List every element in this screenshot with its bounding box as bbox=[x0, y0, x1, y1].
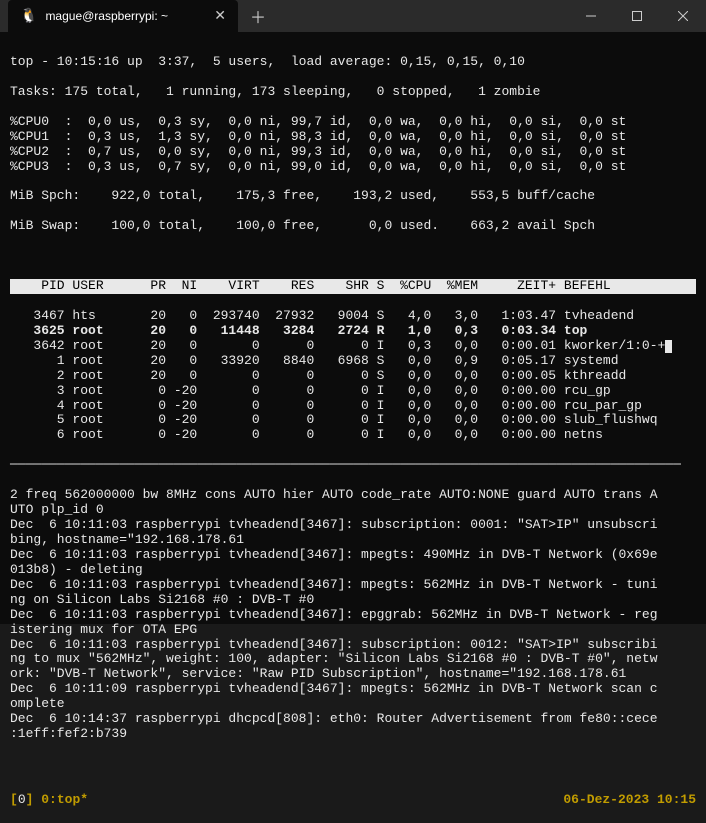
status-window-name: 0:top* bbox=[41, 792, 88, 807]
tab-title: mague@raspberrypi: ~ bbox=[45, 9, 206, 23]
log-line: 013b8) - deleting bbox=[10, 563, 696, 578]
top-cpu-line: %CPU1 : 0,3 us, 1,3 sy, 0,0 ni, 98,3 id,… bbox=[10, 130, 696, 145]
process-row: 6 root 0 -20 0 0 0 I 0,0 0,0 0:00.00 net… bbox=[10, 428, 696, 443]
status-left-bracket: [ bbox=[10, 792, 18, 807]
log-line: Dec 6 10:11:03 raspberrypi tvheadend[346… bbox=[10, 548, 696, 563]
log-line: Dec 6 10:11:03 raspberrypi tvheadend[346… bbox=[10, 638, 696, 653]
pane-separator: ────────────────────────────────────────… bbox=[10, 458, 696, 473]
blank-line bbox=[10, 757, 696, 772]
top-cpu-line: %CPU2 : 0,7 us, 0,0 sy, 0,0 ni, 99,3 id,… bbox=[10, 145, 696, 160]
tab-close-icon[interactable]: ✕ bbox=[214, 8, 226, 25]
tmux-status-bar: [0] 0:top* 06-Dez-2023 10:15 bbox=[10, 793, 696, 808]
process-row: 3 root 0 -20 0 0 0 I 0,0 0,0 0:00.00 rcu… bbox=[10, 384, 696, 399]
log-line: UTO plp_id 0 bbox=[10, 503, 696, 518]
process-row: 1 root 20 0 33920 8840 6968 S 0,0 0,9 0:… bbox=[10, 354, 696, 369]
terminal-view[interactable]: top - 10:15:16 up 3:37, 5 users, load av… bbox=[0, 32, 706, 624]
process-header: PID USER PR NI VIRT RES SHR S %CPU %MEM … bbox=[10, 279, 696, 294]
tab-active[interactable]: 🐧 mague@raspberrypi: ~ ✕ bbox=[8, 0, 238, 32]
log-line: Dec 6 10:11:03 raspberrypi tvheadend[346… bbox=[10, 518, 696, 533]
titlebar: 🐧 mague@raspberrypi: ~ ✕ ＋ bbox=[0, 0, 706, 32]
minimize-button[interactable] bbox=[568, 0, 614, 32]
process-row: 2 root 20 0 0 0 0 S 0,0 0,0 0:00.05 kthr… bbox=[10, 369, 696, 384]
log-line: Dec 6 10:11:03 raspberrypi tvheadend[346… bbox=[10, 578, 696, 593]
status-session-num: 0 bbox=[18, 792, 26, 807]
log-line: omplete bbox=[10, 697, 696, 712]
process-row: 3625 root 20 0 11448 3284 2724 R 1,0 0,3… bbox=[10, 324, 696, 339]
log-line: Dec 6 10:11:09 raspberrypi tvheadend[346… bbox=[10, 682, 696, 697]
log-line: :1eff:fef2:b739 bbox=[10, 727, 696, 742]
log-line: ng on Silicon Labs Si2168 #0 : DVB-T #0 bbox=[10, 593, 696, 608]
process-row: 4 root 0 -20 0 0 0 I 0,0 0,0 0:00.00 rcu… bbox=[10, 399, 696, 414]
log-line: ork: "DVB-T Network", service: "Raw PID … bbox=[10, 667, 696, 682]
top-swap-line: MiB Swap: 100,0 total, 100,0 free, 0,0 u… bbox=[10, 219, 696, 234]
log-line: Dec 6 10:11:03 raspberrypi tvheadend[346… bbox=[10, 608, 696, 623]
top-summary-tasks: Tasks: 175 total, 1 running, 173 sleepin… bbox=[10, 85, 696, 100]
log-line: Dec 6 10:14:37 raspberrypi dhcpcd[808]: … bbox=[10, 712, 696, 727]
maximize-button[interactable] bbox=[614, 0, 660, 32]
status-datetime: 06-Dez-2023 10:15 bbox=[563, 793, 696, 808]
cursor bbox=[665, 340, 672, 353]
top-cpu-line: %CPU3 : 0,3 us, 0,7 sy, 0,0 ni, 99,0 id,… bbox=[10, 160, 696, 175]
process-row: 3467 hts 20 0 293740 27932 9004 S 4,0 3,… bbox=[10, 309, 696, 324]
process-row: 5 root 0 -20 0 0 0 I 0,0 0,0 0:00.00 slu… bbox=[10, 413, 696, 428]
log-line: istering mux for OTA EPG bbox=[10, 623, 696, 638]
window-controls bbox=[568, 0, 706, 32]
process-row: 3642 root 20 0 0 0 0 I 0,3 0,0 0:00.01 k… bbox=[10, 339, 696, 354]
log-line: ng to mux "562MHz", weight: 100, adapter… bbox=[10, 652, 696, 667]
blank-line bbox=[10, 249, 696, 264]
new-tab-button[interactable]: ＋ bbox=[238, 4, 278, 28]
top-mem-line: MiB Spch: 922,0 total, 175,3 free, 193,2… bbox=[10, 189, 696, 204]
log-line: bing, hostname="192.168.178.61 bbox=[10, 533, 696, 548]
top-summary-time: top - 10:15:16 up 3:37, 5 users, load av… bbox=[10, 55, 696, 70]
status-right-bracket: ] bbox=[26, 792, 42, 807]
top-cpu-line: %CPU0 : 0,0 us, 0,3 sy, 0,0 ni, 99,7 id,… bbox=[10, 115, 696, 130]
log-line: 2 freq 562000000 bw 8MHz cons AUTO hier … bbox=[10, 488, 696, 503]
close-button[interactable] bbox=[660, 0, 706, 32]
tux-icon: 🐧 bbox=[20, 8, 37, 25]
